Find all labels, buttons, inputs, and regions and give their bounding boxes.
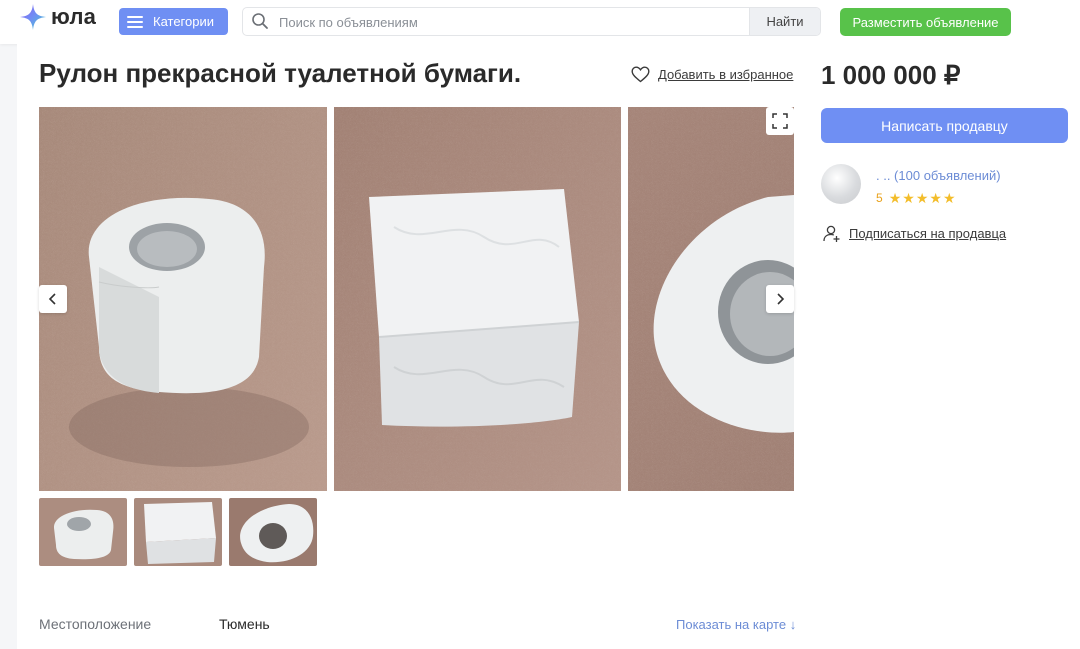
subscribe-seller-link[interactable]: Подписаться на продавца (822, 224, 1006, 243)
rating-value: 5 (876, 191, 883, 205)
message-seller-button[interactable]: Написать продавцу (821, 108, 1068, 143)
subscribe-seller-label: Подписаться на продавца (849, 226, 1007, 241)
star-icon: ★ (888, 190, 902, 206)
location-label: Местоположение (39, 616, 152, 632)
photo-gallery (39, 107, 794, 491)
chevron-left-icon (48, 293, 56, 305)
thumbnail-roll-image (39, 498, 127, 566)
thumbnail-3[interactable] (229, 498, 317, 566)
star-icon: ★ (942, 190, 956, 206)
listing-price: 1 000 000 ₽ (821, 60, 961, 90)
toilet-paper-roll-photo (39, 107, 327, 491)
folded-toilet-paper-photo (334, 107, 621, 491)
seller-avatar[interactable] (821, 164, 861, 204)
yula-logo-icon (20, 4, 46, 30)
expand-icon (772, 113, 788, 129)
search-bar: Найти (242, 7, 821, 36)
search-icon (252, 13, 268, 29)
chevron-right-icon (777, 293, 785, 305)
top-bar: юла Категории Найти Разместить объявлени… (0, 0, 1080, 44)
thumbnail-folded-image (134, 498, 222, 566)
heart-icon (631, 66, 650, 83)
gallery-next-button[interactable] (766, 285, 794, 313)
gallery-photo-2[interactable] (334, 107, 621, 491)
seller-ads-link[interactable]: . .. (100 объявлений) (876, 168, 1001, 183)
add-to-favorites-link[interactable]: Добавить в избранное (631, 66, 793, 83)
menu-icon (127, 13, 143, 31)
logo[interactable]: юла (18, 2, 96, 32)
location-value: Тюмень (219, 616, 270, 632)
search-input[interactable] (277, 10, 751, 35)
categories-button[interactable]: Категории (119, 8, 228, 35)
thumbnail-1[interactable] (39, 498, 127, 566)
star-icon: ★ (902, 190, 915, 206)
subscribe-user-icon (823, 225, 840, 242)
seller-rating: 5 ★ ★ ★ ★ ★ (876, 191, 957, 205)
add-to-favorites-label: Добавить в избранное (658, 67, 794, 82)
categories-label: Категории (153, 14, 214, 29)
star-icon: ★ (929, 190, 942, 206)
listing-title: Рулон прекрасной туалетной бумаги. (39, 58, 522, 88)
fullscreen-button[interactable] (766, 107, 794, 135)
logo-text: юла (51, 4, 97, 29)
star-icon: ★ (915, 190, 929, 206)
post-ad-button[interactable]: Разместить объявление (840, 8, 1011, 36)
gallery-photo-1[interactable] (39, 107, 327, 491)
gallery-prev-button[interactable] (39, 285, 67, 313)
thumbnail-2[interactable] (134, 498, 222, 566)
show-on-map-link[interactable]: Показать на карте ↓ (676, 617, 796, 632)
thumbnail-closeup-image (229, 498, 317, 566)
search-button[interactable]: Найти (749, 8, 820, 35)
